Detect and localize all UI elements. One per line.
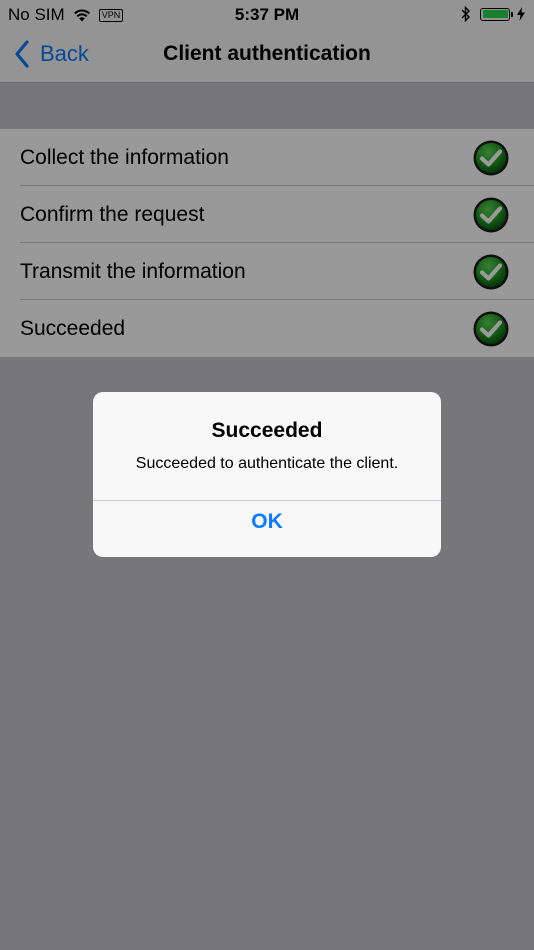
screen: No SIM VPN 5:37 PM Back Client authentic… — [0, 0, 534, 950]
ok-button[interactable]: OK — [93, 501, 441, 557]
alert-title: Succeeded — [211, 419, 323, 442]
alert-message: Succeeded to authenticate the client. — [135, 455, 399, 472]
alert-dialog: Succeeded Succeeded to authenticate the … — [93, 392, 441, 557]
